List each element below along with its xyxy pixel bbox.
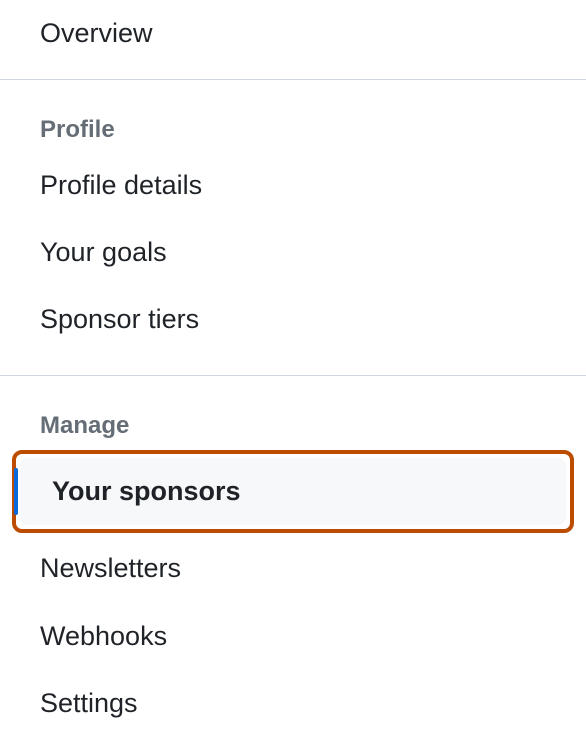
divider	[0, 79, 586, 80]
sidebar-item-newsletters[interactable]: Newsletters	[0, 535, 586, 602]
sidebar-item-your-goals[interactable]: Your goals	[0, 219, 586, 286]
sidebar-item-sponsor-tiers[interactable]: Sponsor tiers	[0, 286, 586, 353]
annotation-highlight: Your sponsors	[12, 450, 574, 533]
section-header-manage: Manage	[0, 396, 586, 448]
sidebar-item-overview[interactable]: Overview	[0, 0, 586, 67]
divider	[0, 375, 586, 376]
sidebar-item-webhooks[interactable]: Webhooks	[0, 603, 586, 670]
sidebar-section-manage: Manage Your sponsors Newsletters Webhook…	[0, 396, 586, 746]
sidebar-item-profile-details[interactable]: Profile details	[0, 152, 586, 219]
sidebar-nav: Overview Profile Profile details Your go…	[0, 0, 586, 747]
sidebar-item-settings[interactable]: Settings	[0, 670, 586, 737]
sidebar-section-profile: Profile Profile details Your goals Spons…	[0, 100, 586, 363]
section-header-profile: Profile	[0, 100, 586, 152]
sidebar-item-your-sponsors[interactable]: Your sponsors	[20, 458, 566, 525]
